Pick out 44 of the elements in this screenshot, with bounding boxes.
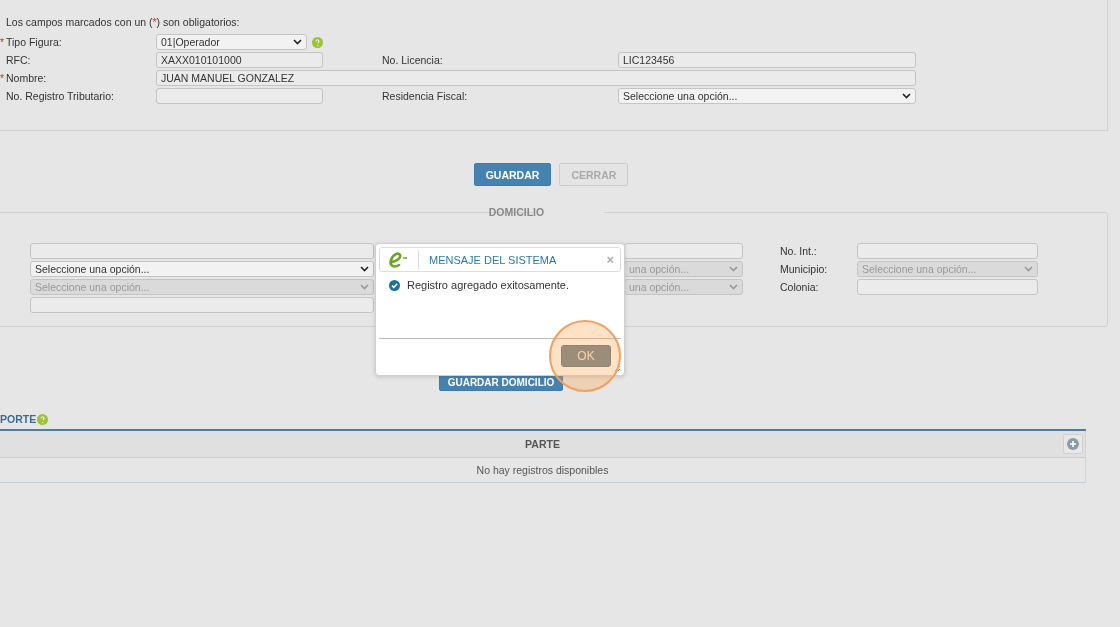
dialog-title: MENSAJE DEL SISTEMA [429,253,558,266]
input-field[interactable] [857,279,1038,295]
section-title: PORTE [0,413,37,425]
column-header: PARTE [525,438,560,450]
chevron-icon [360,284,369,290]
check-icon [389,280,400,291]
help-icon[interactable] [312,36,323,48]
input-field[interactable]: XAXX010101000 [156,52,323,68]
field-label: * Nombre: [0,71,48,86]
add-button[interactable] [1063,434,1083,454]
empty-message: No hay registros disponibles [476,464,609,476]
field-label: Residencia Fiscal: [381,89,469,104]
chevron-icon [293,39,302,45]
select-field[interactable]: 01|Operador [156,34,307,50]
field-label: * Tipo Figura: [0,35,63,50]
select-field[interactable]: Seleccione una opción... [618,88,916,104]
field-label: RFC: [5,53,32,68]
input-field[interactable]: LIC123456 [618,52,916,68]
input-field[interactable] [30,297,374,313]
chevron-icon [902,93,911,99]
chevron-icon [360,266,369,272]
ok-button[interactable]: OK [561,344,611,367]
chevron-icon [729,266,738,272]
input-field[interactable] [857,243,1038,259]
save-button[interactable]: GUARDAR [473,163,552,186]
chevron-icon [1024,266,1033,272]
chevron-icon [729,284,738,290]
field-label: No. Int.: [780,244,818,259]
resize-grip-icon[interactable] [614,365,621,372]
logo-icon [388,250,410,269]
field-label: No. Licencia: [381,53,444,68]
input-field[interactable] [156,88,323,104]
help-icon[interactable] [37,413,49,425]
input-field[interactable] [30,243,374,259]
field-label: Colonia: [780,280,820,295]
section-legend: DOMICILIO [480,206,553,218]
close-icon[interactable]: × [606,252,614,267]
select-field[interactable]: Seleccione una opción... [30,261,374,277]
required-note: Los campos marcados con un (*) son obligatorios: [6,15,241,29]
input-field[interactable] [624,243,743,259]
field-label: No. Registro Tributario: [5,89,115,104]
field-label: Municipio: [780,262,829,277]
dialog-message: Registro agregado exitosamente. [407,280,570,291]
input-field[interactable]: JUAN MANUEL GONZALEZ [156,70,916,86]
